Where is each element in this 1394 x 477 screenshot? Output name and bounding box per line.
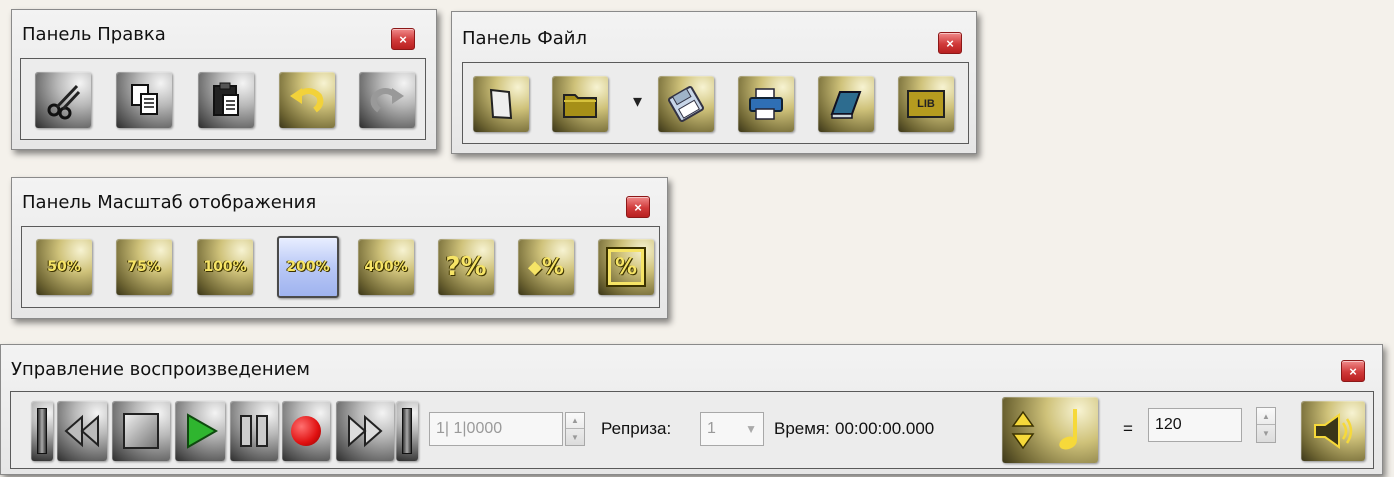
spin-up-icon[interactable]: ▲ bbox=[1257, 408, 1275, 425]
open-file-button[interactable] bbox=[552, 76, 608, 132]
fast-forward-icon bbox=[348, 414, 383, 448]
playback-panel: Управление воспроизведением × 1| 1|0000 … bbox=[0, 344, 1383, 475]
pause-button[interactable] bbox=[230, 401, 278, 461]
to-end-button[interactable] bbox=[396, 401, 418, 461]
spin-down-icon[interactable]: ▼ bbox=[1257, 425, 1275, 442]
floppy-disk-icon bbox=[667, 85, 705, 123]
tempo-field[interactable]: 120 bbox=[1148, 408, 1242, 442]
cut-button[interactable] bbox=[35, 72, 91, 128]
redo-button[interactable] bbox=[359, 72, 415, 128]
new-file-button[interactable] bbox=[473, 76, 529, 132]
folder-icon bbox=[563, 94, 597, 118]
quarter-note-icon bbox=[1059, 409, 1077, 450]
play-button[interactable] bbox=[175, 401, 225, 461]
blank-page-icon bbox=[489, 88, 513, 120]
open-dropdown-arrow[interactable]: ▾ bbox=[633, 91, 642, 112]
record-button[interactable] bbox=[282, 401, 330, 461]
zoom-fit-button[interactable]: ◆ % bbox=[518, 239, 574, 295]
time-value: 00:00:00.000 bbox=[835, 419, 935, 438]
rewind-button[interactable] bbox=[57, 401, 107, 461]
printer-icon bbox=[749, 88, 783, 120]
playback-panel-title: Управление воспроизведением bbox=[11, 359, 310, 380]
copy-button[interactable] bbox=[116, 72, 172, 128]
arrow-left-icon: ◆ bbox=[528, 256, 542, 277]
stop-icon bbox=[123, 413, 159, 449]
position-spinner[interactable]: ▲ ▼ bbox=[565, 412, 585, 446]
zoom-400-button[interactable]: 400% bbox=[358, 239, 414, 295]
zoom-panel: Панель Масштаб отображения × 50% 75% 100… bbox=[11, 177, 668, 319]
playback-toolbar: 1| 1|0000 ▲ ▼ Репризa: 1 ▼ Время: 00:00:… bbox=[10, 391, 1374, 469]
file-panel: Панель Файл × ▾ LIB bbox=[451, 11, 977, 154]
chevron-down-icon: ▼ bbox=[745, 422, 757, 436]
stop-button[interactable] bbox=[112, 401, 170, 461]
equals-sign: = bbox=[1123, 419, 1133, 438]
paste-button[interactable] bbox=[198, 72, 254, 128]
reprise-select[interactable]: 1 ▼ bbox=[700, 412, 764, 446]
play-icon bbox=[187, 413, 219, 449]
clipboard-icon bbox=[213, 82, 239, 116]
book-button[interactable] bbox=[818, 76, 874, 132]
close-icon[interactable]: × bbox=[391, 28, 415, 50]
spin-up-icon[interactable]: ▲ bbox=[566, 413, 584, 429]
library-label: LIB bbox=[917, 98, 935, 110]
zoom-custom-button[interactable]: ?% bbox=[438, 239, 494, 295]
tempo-arrows-icon bbox=[1011, 410, 1035, 450]
zoom-panel-title: Панель Масштаб отображения bbox=[22, 192, 317, 213]
spin-down-icon[interactable]: ▼ bbox=[566, 429, 584, 445]
file-panel-title: Панель Файл bbox=[462, 28, 587, 49]
zoom-75-button[interactable]: 75% bbox=[116, 239, 172, 295]
listen-button[interactable] bbox=[1301, 401, 1365, 461]
close-icon[interactable]: × bbox=[938, 32, 962, 54]
pause-icon bbox=[240, 415, 268, 447]
zoom-toolbar: 50% 75% 100% 200% 400% ?% ◆ % % bbox=[21, 226, 660, 308]
close-icon[interactable]: × bbox=[1341, 360, 1365, 382]
edit-toolbar bbox=[20, 58, 426, 140]
rewind-icon bbox=[64, 414, 99, 448]
undo-button[interactable] bbox=[279, 72, 335, 128]
print-button[interactable] bbox=[738, 76, 794, 132]
position-field[interactable]: 1| 1|0000 bbox=[429, 412, 563, 446]
redo-arrow-icon bbox=[370, 88, 404, 113]
bar-marker-icon bbox=[37, 408, 47, 454]
copy-icon bbox=[131, 84, 158, 115]
to-start-button[interactable] bbox=[31, 401, 53, 461]
speaker-icon bbox=[1314, 413, 1353, 449]
library-button[interactable]: LIB bbox=[898, 76, 954, 132]
book-icon bbox=[830, 91, 862, 119]
fast-forward-button[interactable] bbox=[336, 401, 394, 461]
edit-panel-title: Панель Правка bbox=[22, 24, 166, 45]
library-folder-icon: LIB bbox=[907, 90, 945, 118]
bar-marker-icon bbox=[402, 408, 412, 454]
zoom-percent-button[interactable]: % bbox=[598, 239, 654, 295]
percent-frame-icon: % bbox=[608, 249, 644, 285]
file-toolbar: ▾ LIB bbox=[462, 62, 969, 144]
edit-panel: Панель Правка × bbox=[11, 9, 437, 150]
zoom-50-button[interactable]: 50% bbox=[36, 239, 92, 295]
undo-arrow-icon bbox=[290, 88, 324, 113]
close-icon[interactable]: × bbox=[626, 196, 650, 218]
time-label: Время: bbox=[774, 419, 830, 438]
tempo-note-button[interactable] bbox=[1002, 397, 1098, 463]
tempo-spinner[interactable]: ▲ ▼ bbox=[1256, 407, 1276, 443]
zoom-200-button[interactable]: 200% bbox=[277, 236, 339, 298]
save-button[interactable] bbox=[658, 76, 714, 132]
reprise-label: Репризa: bbox=[601, 419, 672, 438]
zoom-100-button[interactable]: 100% bbox=[197, 239, 253, 295]
record-icon bbox=[291, 416, 321, 446]
scissors-icon bbox=[47, 84, 81, 120]
